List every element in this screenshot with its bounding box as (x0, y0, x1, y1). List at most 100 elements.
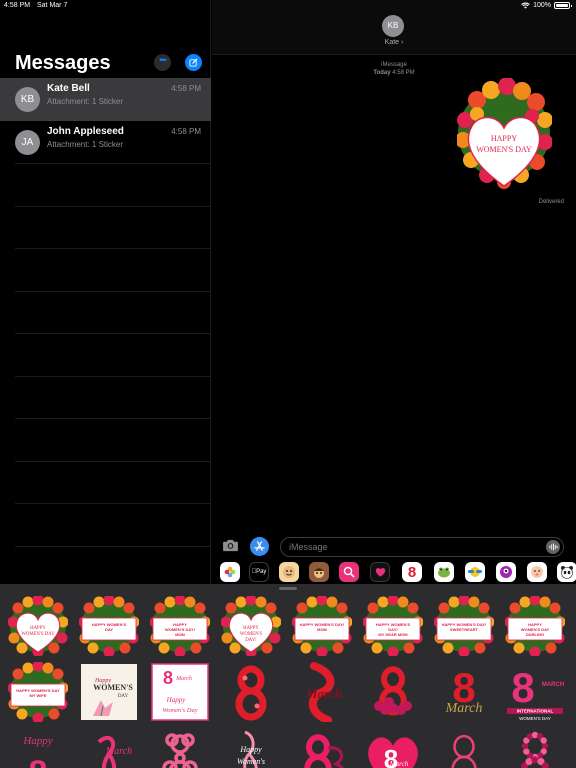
sticker-eight-red[interactable]: 8 (221, 662, 281, 722)
sticker-text-line: MARCH (542, 682, 564, 688)
conversation-time: 4:58 PM (171, 84, 201, 93)
sticker-text-line: Happy (22, 735, 52, 747)
status-bar: 4:58 PM Sat Mar 7 100% (0, 0, 576, 12)
message-input[interactable] (280, 537, 564, 557)
sticker-text-line: DARLING (526, 632, 544, 637)
sticker-card[interactable]: HAPPY WOMEN'SDAY (79, 596, 139, 656)
figure-eight (451, 734, 477, 768)
contact-name[interactable]: Kate › (212, 39, 576, 46)
sidebar: Messages ••• KB Kate Bell Attachment: 1 … (0, 0, 211, 586)
app-drawer: Pay 8 (212, 561, 576, 583)
sticker-text-line: WOMEN'S DAY (519, 716, 551, 721)
sticker-card[interactable]: HAPPY WOMEN'S DAY!MOM (292, 596, 352, 656)
camera-icon[interactable] (222, 539, 239, 557)
sticker-text-line: DAY (118, 694, 129, 699)
more-button[interactable]: ••• (154, 54, 171, 71)
status-time: 4:58 PM (4, 2, 31, 9)
figure-eight (235, 665, 267, 721)
sticker-march-script[interactable]: March (292, 662, 352, 722)
sticker-card[interactable]: HAPPY WOMEN'SDAY!MY DEAR MOM (363, 596, 423, 656)
sunglasses-sticker-icon[interactable] (465, 562, 485, 582)
sticker-heart[interactable]: HAPPYWOMEN'SDAY! (221, 596, 281, 656)
delivery-status: Delivered (538, 199, 564, 205)
sticker-text-line: March (105, 746, 132, 757)
sticker-text-line: Women's (237, 757, 265, 766)
sticker-text-line: WOMEN'S (93, 683, 133, 692)
sticker-text-line: MOM (175, 632, 185, 637)
sticker-eight-ribbon[interactable]: 8 (292, 728, 352, 768)
sticker-text-line: 8 (180, 757, 181, 759)
sticker-womens-card[interactable]: HappyWOMEN'SDAY (79, 662, 139, 722)
sticker-text-line: INTERNATIONAL (517, 709, 554, 714)
sticker-ribbon-script[interactable]: Happy Women's (221, 728, 281, 768)
sticker-eight-pink[interactable]: 8 (150, 728, 210, 768)
wifi-icon (521, 2, 530, 9)
conversation-row-kate-bell[interactable]: KB Kate Bell Attachment: 1 Sticker 4:58 … (0, 78, 211, 121)
sticker-text-line: MY DEAR MOM (378, 632, 408, 637)
sticker-eight-gold[interactable]: 8March (434, 662, 494, 722)
conversation-name: John Appleseed (47, 126, 124, 137)
timestamp-day: Today (373, 70, 391, 76)
app-store-icon[interactable] (250, 537, 269, 556)
sticker-heart[interactable]: HAPPYWOMEN'S DAY (8, 596, 68, 656)
sticker-happy-eight[interactable]: Happy 8 (8, 728, 68, 768)
avatar: JA (15, 130, 40, 155)
sticker-card[interactable]: HAPPYWOMEN'S DAYDARLING (505, 596, 565, 656)
sticker-text-line: WOMEN'S (240, 632, 263, 637)
baby-sticker-icon[interactable] (527, 562, 547, 582)
sticker-card[interactable]: HAPPYWOMEN'S DAY!MOM (150, 596, 210, 656)
sent-sticker[interactable]: HAPPY WOMEN'S DAY (457, 78, 552, 196)
sticker-text-line: WOMEN'S DAY (476, 145, 532, 154)
figure-eight (304, 734, 332, 768)
sticker-text-line: 8 (511, 664, 534, 711)
compose-icon (189, 58, 198, 67)
conversation-name: Kate Bell (47, 83, 90, 94)
sticker-text-line: Happy (239, 745, 262, 754)
image-search-icon[interactable] (339, 562, 359, 582)
sticker-text-line: 8 (29, 754, 48, 768)
frog-sticker-icon[interactable] (434, 562, 454, 582)
status-right: 100% (521, 2, 572, 9)
panda-sticker-icon[interactable] (557, 562, 576, 582)
timestamp-time: 4:58 PM (392, 70, 415, 76)
page-title: Messages (15, 52, 111, 74)
audio-waveform-icon[interactable] (546, 540, 560, 554)
conversation-row-john-appleseed[interactable]: JA John Appleseed Attachment: 1 Sticker … (0, 121, 211, 164)
sticker-eight-roses[interactable]: 8 (363, 662, 423, 722)
digital-touch-icon[interactable] (370, 562, 390, 582)
photos-icon[interactable] (220, 562, 240, 582)
sticker-heart-march[interactable]: 8March (363, 728, 423, 768)
contact-avatar[interactable]: KB (382, 15, 404, 37)
sticker-card[interactable]: HAPPY WOMEN'S DAY!SWEETHEART (434, 596, 494, 656)
monster-sticker-icon[interactable] (496, 562, 516, 582)
timestamp: Today 4:58 PM (212, 69, 576, 77)
sticker-text-line: HAPPY (243, 626, 259, 631)
message-transcript: iMessage Today 4:58 PM HAPPY WOMEN'S DAY… (212, 55, 576, 532)
panel-grabber[interactable] (279, 587, 297, 590)
sticker-card[interactable]: HAPPY WOMEN'S DAYMY WIFE (8, 662, 68, 722)
eight-march-app-icon[interactable]: 8 (402, 562, 422, 582)
sticker-text-line: March (445, 701, 483, 716)
apple-pay-label: Pay (252, 569, 267, 575)
animoji-icon[interactable] (309, 562, 329, 582)
sticker-text-line: March (389, 760, 409, 768)
sticker-text-line: March (305, 686, 342, 701)
sticker-eight-dots[interactable]: 8 (505, 728, 565, 768)
sticker-eight-pink-intl[interactable]: 8 MARCH INTERNATIONAL WOMEN'S DAY (505, 662, 565, 722)
compose-bar (212, 535, 576, 559)
compose-button[interactable] (185, 54, 202, 71)
sticker-text-line: Happy (166, 696, 187, 704)
sticker-panel: HAPPY WOMEN'S DAY HAPPY WOMEN'S DAY HAPPY WOM… (0, 584, 576, 768)
sticker-text-line: 8 (163, 668, 173, 688)
memoji-icon[interactable] (279, 562, 299, 582)
rose-shape (384, 697, 394, 707)
sticker-ribbon-march[interactable]: March (79, 728, 139, 768)
sticker-march-card[interactable]: 8 March Happy Women's Day (150, 662, 210, 722)
service-label: iMessage (381, 62, 407, 68)
apple-pay-icon[interactable]: Pay (249, 562, 269, 582)
sticker-text-line: DAY! (245, 638, 257, 643)
sticker-text-line: MOM (317, 627, 327, 632)
sticker-text-line: March (175, 676, 192, 682)
status-date: Sat Mar 7 (37, 2, 68, 9)
sticker-eight-thin[interactable]: 8 (434, 728, 494, 768)
